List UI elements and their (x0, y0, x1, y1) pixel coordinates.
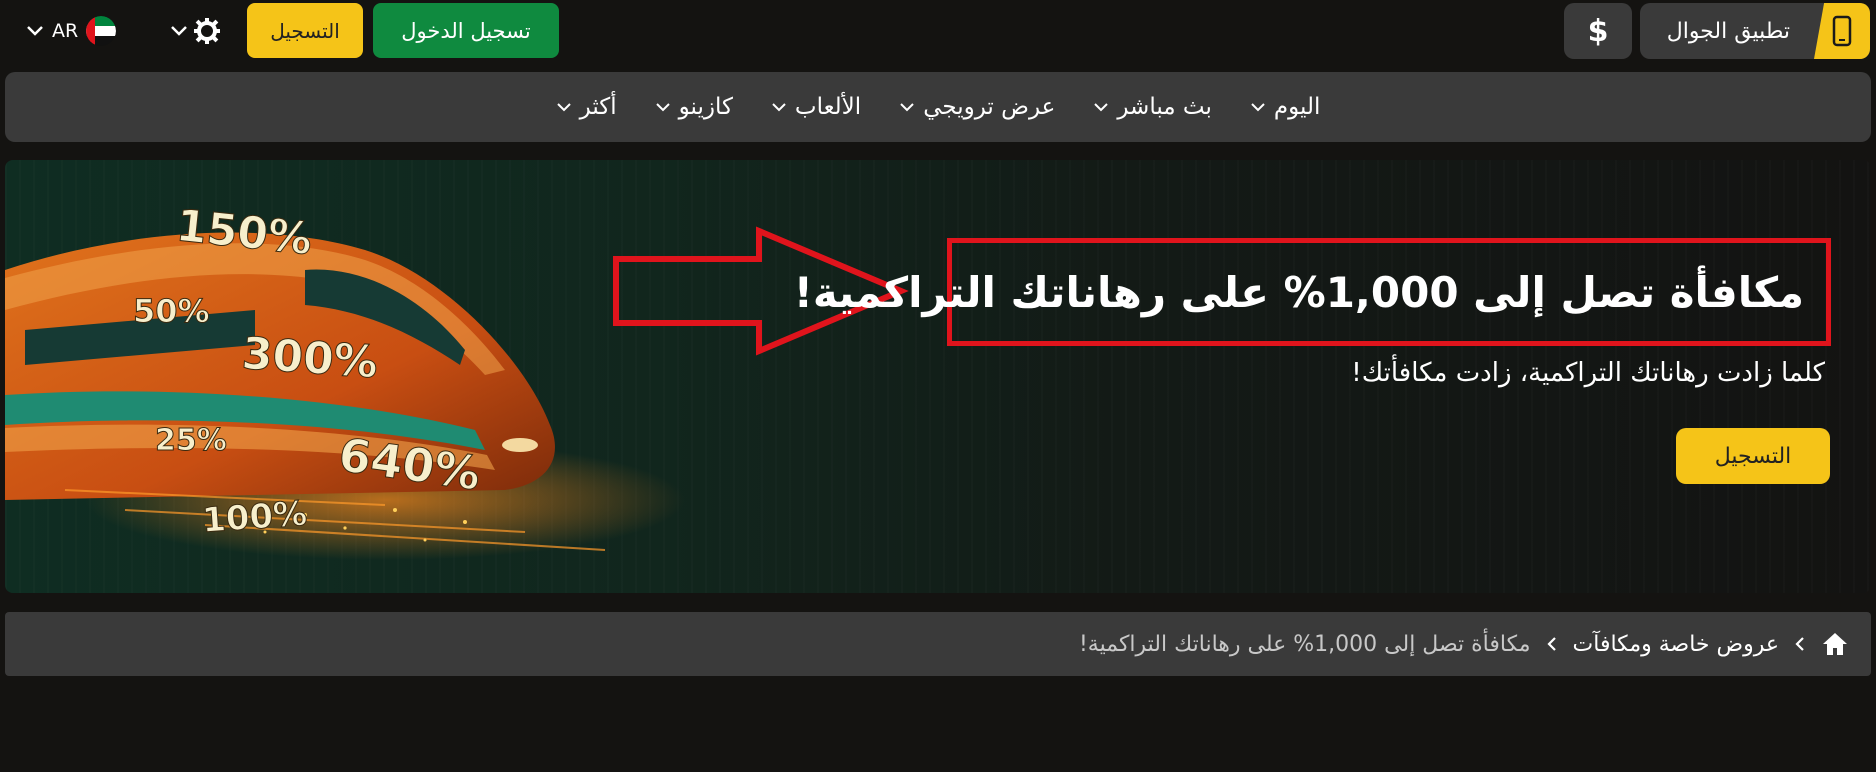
gear-icon (194, 18, 220, 44)
percent-label: 100% (201, 494, 309, 541)
top-bar: تطبيق الجوال $ تسجيل الدخول التسجيل AR (0, 0, 1876, 62)
language-code: AR (52, 20, 79, 42)
breadcrumb: عروض خاصة ومكافآت مكافأة تصل إلى 1,000% … (5, 612, 1871, 676)
uae-flag-icon (86, 16, 117, 46)
nav-item-promo[interactable]: عرض ترويجي (899, 94, 1055, 120)
phone-icon (1814, 3, 1870, 59)
mobile-app-button[interactable]: تطبيق الجوال (1640, 3, 1870, 59)
chevron-down-icon (1094, 103, 1109, 112)
nav-item-live[interactable]: بث مباشر (1093, 94, 1212, 120)
promo-subtitle: كلما زادت رهاناتك التراكمية، زادت مكافأت… (1351, 358, 1825, 388)
chevron-left-icon (1795, 637, 1804, 651)
nav-item-label: كازينو (678, 94, 733, 120)
promo-headline: مكافأة تصل إلى 1,000% على رهاناتك التراك… (793, 267, 1804, 317)
main-nav: اليوم بث مباشر عرض ترويجي الألعاب كازينو… (5, 72, 1871, 142)
nav-item-label: الألعاب (794, 94, 862, 120)
login-button[interactable]: تسجيل الدخول (373, 3, 559, 58)
percent-label: 300% (240, 328, 379, 388)
chevron-down-icon (772, 103, 786, 112)
nav-item-casino[interactable]: كازينو (655, 94, 733, 120)
nav-item-games[interactable]: الألعاب (771, 94, 861, 120)
chevron-down-icon (171, 26, 187, 36)
dollar-icon: $ (1587, 13, 1609, 49)
home-icon[interactable] (1821, 631, 1849, 657)
breadcrumb-offers-link[interactable]: عروض خاصة ومكافآت (1573, 632, 1779, 657)
nav-item-today[interactable]: اليوم (1250, 94, 1320, 120)
chevron-down-icon (655, 103, 670, 112)
nav-item-label: عرض ترويجي (923, 94, 1056, 120)
settings-dropdown[interactable] (170, 14, 232, 48)
percent-label: 50% (133, 292, 210, 330)
train-illustration: 150% 50% 300% 25% 640% 100% (5, 200, 685, 560)
currency-button[interactable]: $ (1564, 3, 1632, 59)
breadcrumb-current: مكافأة تصل إلى 1,000% على رهاناتك التراك… (1078, 631, 1531, 657)
hero-register-button[interactable]: التسجيل (1676, 428, 1830, 484)
nav-item-label: بث مباشر (1117, 94, 1212, 120)
headline-annotation-box: مكافأة تصل إلى 1,000% على رهاناتك التراك… (794, 238, 1831, 346)
nav-item-label: أكثر (579, 94, 617, 120)
nav-item-more[interactable]: أكثر (556, 94, 617, 120)
promo-banner: 150% 50% 300% 25% 640% 100% مكافأة تصل إ… (5, 160, 1871, 593)
register-button[interactable]: التسجيل (247, 3, 363, 58)
chevron-down-icon (900, 103, 914, 112)
language-selector[interactable]: AR (26, 14, 130, 48)
chevron-down-icon (1251, 103, 1265, 112)
percent-label: 25% (155, 423, 227, 458)
chevron-down-icon (27, 26, 43, 36)
nav-item-label: اليوم (1273, 94, 1321, 120)
mobile-app-label: تطبيق الجوال (1666, 18, 1790, 44)
chevron-down-icon (556, 103, 571, 112)
chevron-left-icon (1546, 637, 1556, 651)
